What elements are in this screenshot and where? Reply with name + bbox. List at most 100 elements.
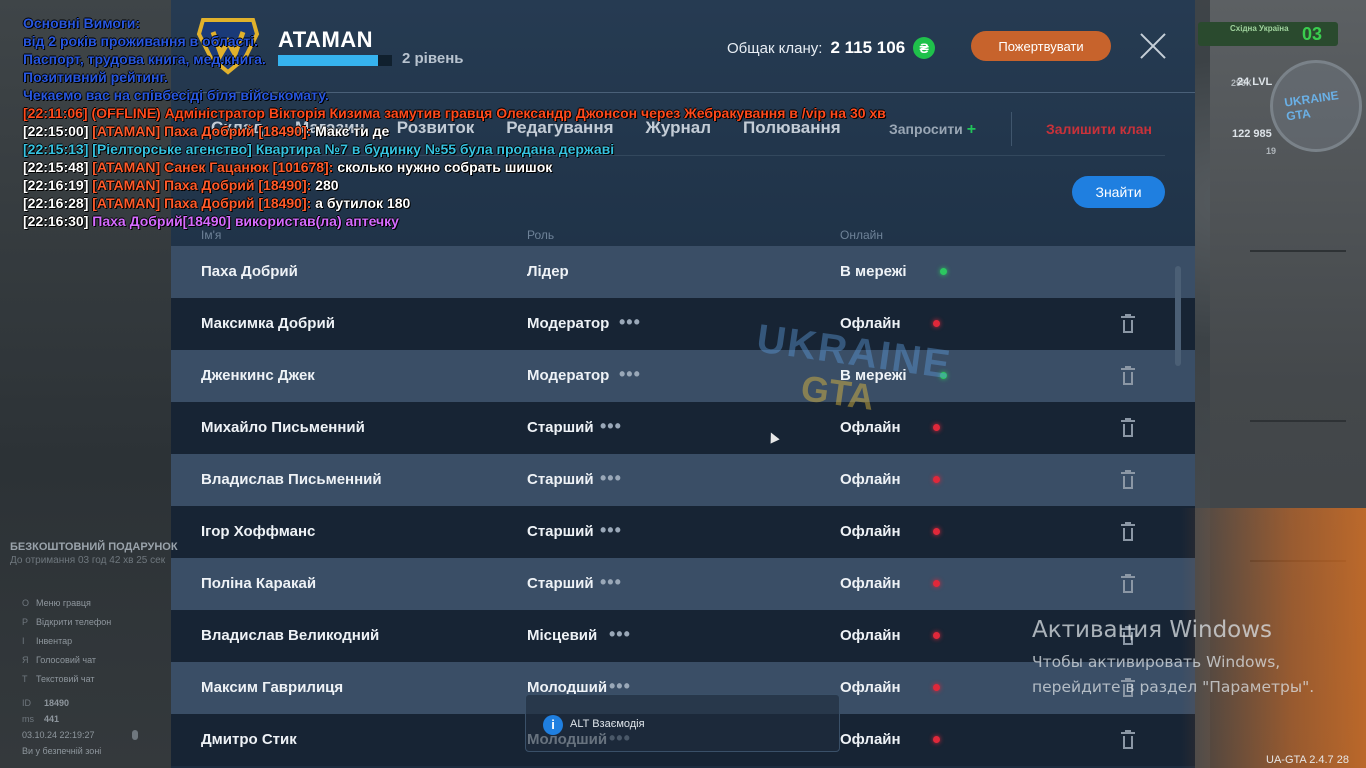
offline-indicator-icon <box>933 320 940 327</box>
role-menu-icon[interactable]: ••• <box>600 572 622 593</box>
member-row[interactable]: Владислав Письменний Старший ••• Офлайн <box>171 454 1195 506</box>
member-name: Дженкинс Джек <box>201 367 315 384</box>
role-menu-icon[interactable]: ••• <box>609 624 631 645</box>
chat-sender: [Ріелторське агенство] Квартира №7 в буд… <box>92 141 615 157</box>
action-divider <box>1011 112 1012 146</box>
member-role: Старший <box>527 471 594 488</box>
hotkey-key: I <box>22 636 25 646</box>
trash-icon[interactable] <box>1121 470 1135 489</box>
chat-timestamp: [22:16:28] <box>23 195 89 211</box>
member-row[interactable]: Поліна Каракай Старший ••• Офлайн <box>171 558 1195 610</box>
requirement-line: Паспорт, трудова книга, мед.книга. <box>23 51 266 67</box>
chat-text: 280 <box>311 177 339 193</box>
hotkey-item: O Меню гравця <box>22 594 111 613</box>
member-name: Паха Добрий <box>201 263 298 280</box>
chat-message: [22:15:13] [Ріелторське агенство] Кварти… <box>23 140 886 158</box>
trash-icon[interactable] <box>1121 366 1135 385</box>
member-name: Ігор Хоффманс <box>201 523 316 540</box>
member-row[interactable]: Максимка Добрий Модератор ••• Офлайн <box>171 298 1195 350</box>
member-row[interactable]: Дженкинс Джек Модератор ••• В мережі <box>171 350 1195 402</box>
hotkey-key: Я <box>22 655 29 665</box>
trash-icon[interactable] <box>1121 574 1135 593</box>
member-name: Максимка Добрий <box>201 315 335 332</box>
hotkey-key: O <box>22 598 30 608</box>
offline-indicator-icon <box>933 580 940 587</box>
donate-button[interactable]: Пожертвувати <box>971 31 1111 61</box>
chat-sender: Паха Добрий[18490] використав(ла) аптечк… <box>92 213 399 229</box>
hotkey-label: Голосовий чат <box>36 655 96 665</box>
hotkey-label: Текстовий чат <box>36 674 95 684</box>
alt-interaction-hint: i ALT Взаємодія <box>525 694 840 752</box>
invite-button[interactable]: Запросити + <box>889 121 976 139</box>
find-button[interactable]: Знайти <box>1072 176 1165 208</box>
offline-indicator-icon <box>933 736 940 743</box>
member-row[interactable]: Михайло Письменний Старший ••• Офлайн <box>171 402 1195 454</box>
windows-activation-title: Активация Windows <box>1032 617 1273 643</box>
chat-message: [22:16:19] [ATAMAN] Паха Добрий [18490]:… <box>23 176 886 194</box>
hud-level: 24 LVL <box>1237 76 1273 88</box>
role-menu-icon[interactable]: ••• <box>619 364 641 385</box>
member-row[interactable]: Паха Добрий Лідер В мережі <box>171 246 1195 298</box>
hotkey-item: P Відкрити телефон <box>22 613 111 632</box>
trash-icon[interactable] <box>1121 522 1135 541</box>
chat-timestamp: [22:11:06] <box>23 105 88 121</box>
member-name: Дмитро Стик <box>201 731 297 748</box>
member-name: Владислав Великодний <box>201 627 380 644</box>
hotkey-menu: O Меню гравця P Відкрити телефон I Інвентар Я Г… <box>22 594 111 689</box>
chat-log: Основні Вимоги: від 2 років проживання в… <box>23 14 886 230</box>
gift-timer: До отримання 03 год 42 хв 25 сек <box>10 555 166 566</box>
requirement-line: Чекаємо вас на співбесіді біля військома… <box>23 87 329 103</box>
chat-text: Макс ти де <box>311 123 390 139</box>
member-status: Офлайн <box>840 419 901 436</box>
trash-icon[interactable] <box>1121 730 1135 749</box>
member-role: Модератор <box>527 367 610 384</box>
chat-sender: [ATAMAN] Санек Гацанюк [101678]: <box>92 159 334 175</box>
member-name: Максим Гаврилиця <box>201 679 344 696</box>
windows-activation-text: Чтобы активировать Windows, перейдите в … <box>1032 650 1314 700</box>
chat-timestamp: [22:15:00] <box>23 123 89 139</box>
game-version: UA-GTA 2.4.7 28 <box>1266 754 1349 766</box>
close-icon[interactable] <box>1139 32 1167 60</box>
chat-sender: [ATAMAN] Паха Добрий [18490]: <box>92 123 312 139</box>
chat-timestamp: [22:15:13] <box>23 141 89 157</box>
chat-message: [22:16:28] [ATAMAN] Паха Добрий [18490]:… <box>23 194 886 212</box>
member-role: Старший <box>527 523 594 540</box>
hud-cash: 122 985 <box>1232 128 1272 140</box>
role-menu-icon[interactable]: ••• <box>600 416 622 437</box>
chat-sender: [ATAMAN] Паха Добрий [18490]: <box>92 195 312 211</box>
plus-icon: + <box>966 121 977 138</box>
member-role: Модератор <box>527 315 610 332</box>
gift-title: БЕЗКОШТОВНИЙ ПОДАРУНОК <box>10 541 178 553</box>
role-menu-icon[interactable]: ••• <box>619 312 641 333</box>
member-status: Офлайн <box>840 731 901 748</box>
member-role: Лідер <box>527 263 569 280</box>
member-status: Офлайн <box>840 679 901 696</box>
hotkey-item: T Текстовий чат <box>22 670 111 689</box>
player-info: ID 18490 ms 441 03.10.24 22:19:27 Ви у без… <box>22 695 101 759</box>
member-row[interactable]: Ігор Хоффманс Старший ••• Офлайн <box>171 506 1195 558</box>
requirement-line: від 2 років проживання в області. <box>23 33 258 49</box>
chat-message: [22:15:48] [ATAMAN] Санек Гацанюк [10167… <box>23 158 886 176</box>
leave-clan-button[interactable]: Залишити клан <box>1046 121 1152 137</box>
hotkey-label: Інвентар <box>36 636 73 646</box>
role-menu-icon[interactable]: ••• <box>600 468 622 489</box>
role-menu-icon[interactable]: ••• <box>600 520 622 541</box>
header-online: Онлайн <box>840 228 883 242</box>
hotkey-key: T <box>22 674 28 684</box>
header-name: Ім'я <box>201 228 222 242</box>
scrollbar[interactable] <box>1175 266 1181 366</box>
chat-sender: (OFFLINE) Адміністратор Вікторія Кизима … <box>91 105 886 121</box>
member-status: В мережі <box>840 263 907 280</box>
requirement-line: Позитивний рейтинг. <box>23 69 168 85</box>
chat-timestamp: [22:16:19] <box>23 177 89 193</box>
offline-indicator-icon <box>933 424 940 431</box>
offline-indicator-icon <box>933 476 940 483</box>
offline-indicator-icon <box>933 528 940 535</box>
chat-message: [22:16:30] Паха Добрий[18490] використав… <box>23 212 886 230</box>
hud-coins: 19 <box>1266 146 1277 156</box>
region-badge: Східна Україна 03 <box>1198 22 1338 46</box>
trash-icon[interactable] <box>1121 418 1135 437</box>
trash-icon[interactable] <box>1121 314 1135 333</box>
member-name: Михайло Письменний <box>201 419 365 436</box>
player-id: ID 18490 <box>22 698 70 708</box>
